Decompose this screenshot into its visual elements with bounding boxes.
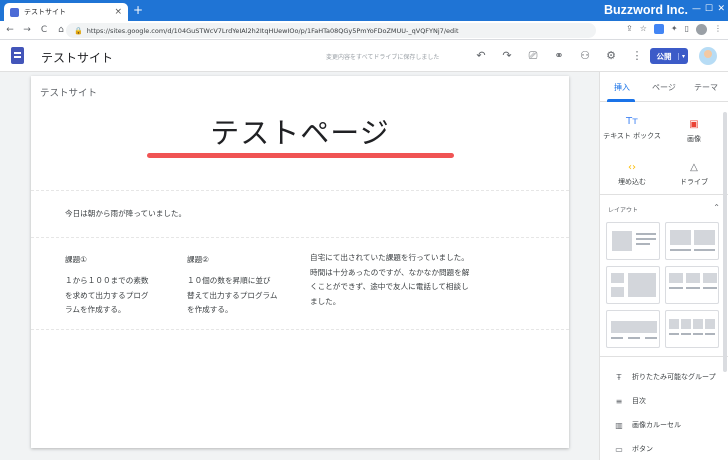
layout-option[interactable] (606, 310, 660, 348)
layout-option[interactable] (665, 310, 719, 348)
carousel-icon: ▥ (615, 420, 623, 430)
lock-icon: 🔒 (74, 26, 83, 35)
sites-header: テストサイト 変更内容をすべてドライブに保存しました ↶ ↷ ⎚ ⚭ ⚇ ⚙ ⋮ 公開 ▾ (0, 40, 728, 72)
textbox-icon: Tт (626, 116, 638, 127)
minimize-icon[interactable]: — (692, 4, 701, 14)
layout-header: レイアウト (608, 207, 639, 214)
button-icon: ▭ (615, 444, 623, 454)
title-underline (147, 153, 454, 158)
col2-text[interactable]: １０個の数を昇順に並び 替えて出力するプログラム を作成する。 (187, 274, 278, 318)
browser-tab[interactable]: テストサイト × (4, 3, 128, 21)
col1-text[interactable]: １から１００までの素数 を求めて出力するプログ ラムを作成する。 (65, 274, 149, 318)
avatar[interactable] (699, 47, 717, 65)
panel-tabs: 挿入 ページ テーマ (600, 72, 728, 102)
button-item[interactable]: ▭ ボタン (612, 444, 653, 454)
image-icon: ▣ (689, 119, 699, 130)
new-tab-button[interactable]: + (133, 3, 143, 17)
profile-icon[interactable] (696, 24, 707, 35)
page-canvas: テストサイト テストページ 今日は朝から雨が降っていました。 課題① １から１０… (31, 76, 569, 448)
share-icon[interactable]: ⚇ (572, 49, 598, 63)
publish-dropdown-icon[interactable]: ▾ (678, 52, 688, 60)
editor-toolbar: ↶ ↷ ⎚ ⚭ ⚇ ⚙ ⋮ (468, 49, 650, 63)
address-bar: ← → C ⌂ 🔒 https://sites.google.com/d/104… (0, 21, 728, 40)
brand-watermark: Buzzword Inc. (603, 3, 688, 17)
section-divider (31, 190, 569, 191)
sidepanel-icon[interactable]: ▯ (685, 24, 689, 35)
site-favicon-icon (10, 7, 19, 17)
panel-scrollbar[interactable] (723, 112, 727, 372)
tab-close-icon[interactable]: × (114, 7, 122, 17)
save-status: 変更内容をすべてドライブに保存しました (326, 54, 440, 61)
collapsible-icon: Ŧ (616, 372, 622, 382)
insert-drive-button[interactable]: △ ドライブ (662, 162, 726, 187)
url-field[interactable]: 🔒 https://sites.google.com/d/104GuSTWcV7… (66, 23, 596, 38)
collapse-chevron-icon[interactable]: ⌃ (713, 203, 720, 212)
bookmark-star-icon[interactable]: ☆ (640, 24, 647, 35)
puzzle-icon[interactable]: ✦ (671, 24, 678, 35)
panel-divider (600, 356, 728, 357)
preview-icon[interactable]: ⎚ (520, 49, 546, 63)
publish-button[interactable]: 公開 ▾ (650, 48, 688, 64)
close-window-icon[interactable]: ✕ (717, 4, 725, 14)
extension-icon[interactable] (653, 24, 664, 34)
col1-heading[interactable]: 課題① (65, 254, 87, 265)
back-icon[interactable]: ← (3, 25, 17, 35)
tab-pages[interactable]: ページ (652, 82, 676, 93)
intro-text[interactable]: 今日は朝から雨が降っていました。 (65, 207, 186, 222)
panel-divider (600, 194, 728, 195)
embed-icon: ‹› (628, 162, 636, 173)
page-site-name[interactable]: テストサイト (40, 85, 97, 99)
layout-option[interactable] (606, 266, 660, 304)
browser-tab-strip: テストサイト × + Buzzword Inc. — ☐ ✕ (0, 0, 728, 21)
section-divider (31, 329, 569, 330)
drive-icon: △ (690, 162, 698, 173)
insert-textbox-button[interactable]: Tт テキスト ボックス (600, 116, 664, 141)
insert-embed-button[interactable]: ‹› 埋め込む (600, 162, 664, 187)
publish-label: 公開 (656, 51, 672, 61)
tab-title: テストサイト (24, 8, 66, 16)
menu-icon[interactable]: ⋮ (714, 24, 722, 35)
url-text: https://sites.google.com/d/104GuSTWcV7Lr… (86, 26, 459, 35)
col2-heading[interactable]: 課題② (187, 254, 209, 265)
forward-icon[interactable]: → (20, 25, 34, 35)
settings-icon[interactable]: ⚙ (598, 49, 624, 63)
layout-option[interactable] (665, 266, 719, 304)
toc-icon: ≡ (615, 396, 623, 406)
maximize-icon[interactable]: ☐ (705, 4, 713, 14)
more-icon[interactable]: ⋮ (624, 49, 650, 63)
layout-option[interactable] (665, 222, 719, 260)
col3-text[interactable]: 自宅にて出されていた課題を行っていました。 時間は十分あったのですが、なかなか問題… (310, 251, 469, 309)
reload-icon[interactable]: C (37, 25, 51, 35)
redo-icon[interactable]: ↷ (494, 49, 520, 63)
site-name-field[interactable]: テストサイト (41, 49, 113, 66)
active-tab-indicator (607, 99, 635, 102)
browser-toolbar-icons: ⇪ ☆ ✦ ▯ ⋮ (626, 24, 722, 35)
sites-logo-icon[interactable] (11, 47, 24, 64)
insert-panel: 挿入 ページ テーマ Tт テキスト ボックス ▣ 画像 ‹› 埋め込む △ ド… (599, 72, 728, 460)
undo-icon[interactable]: ↶ (468, 49, 494, 63)
layout-option[interactable] (606, 222, 660, 260)
insert-image-button[interactable]: ▣ 画像 (662, 119, 726, 144)
page-title[interactable]: テストページ (31, 110, 569, 152)
share-page-icon[interactable]: ⇪ (626, 24, 633, 35)
collapsible-group-item[interactable]: Ŧ 折りたたみ可能なグループ (612, 372, 716, 382)
table-of-contents-item[interactable]: ≡ 目次 (612, 396, 646, 406)
link-icon[interactable]: ⚭ (546, 49, 572, 63)
tab-insert[interactable]: 挿入 (614, 82, 630, 93)
section-divider (31, 237, 569, 238)
image-carousel-item[interactable]: ▥ 画像カルーセル (612, 420, 681, 430)
tab-themes[interactable]: テーマ (694, 82, 718, 93)
